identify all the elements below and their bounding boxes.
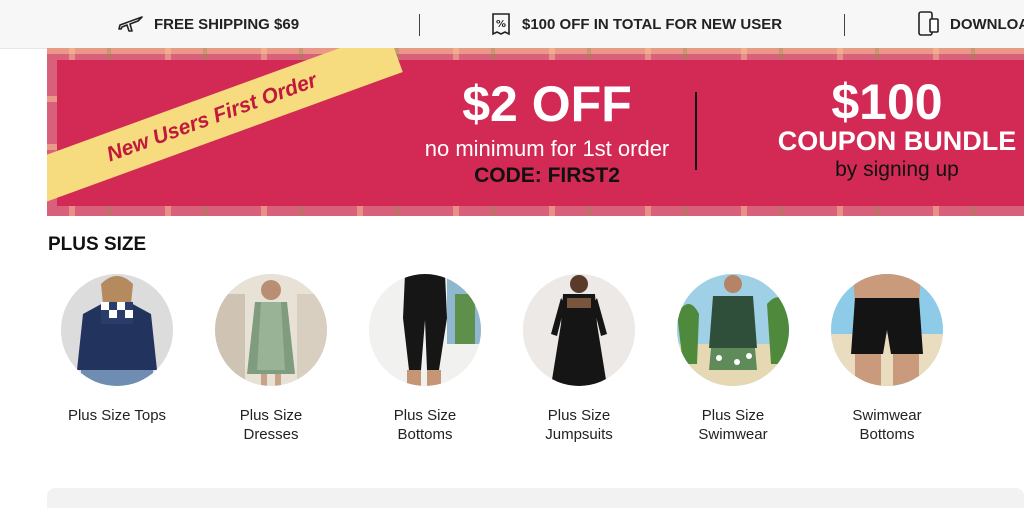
coupon-bundle-label: COUPON BUNDLE: [777, 126, 1017, 156]
category-plus-size-tops[interactable]: Plus Size Tops: [42, 274, 192, 425]
category-label: Plus Size Tops: [67, 407, 167, 424]
category-plus-size-jumpsuits[interactable]: Plus Size Jumpsuits: [504, 274, 654, 444]
free-shipping-label: FREE SHIPPING $69: [154, 15, 300, 33]
category-label: Swimwear Bottoms: [852, 407, 922, 443]
section-title: PLUS SIZE: [48, 234, 147, 255]
phone-icon: [918, 11, 939, 36]
category-plus-size-bottoms[interactable]: Plus Size Bottoms: [350, 274, 500, 444]
new-user-promo[interactable]: % $100 OFF IN TOTAL FOR NEW USER: [490, 0, 782, 48]
promo-topbar: FREE SHIPPING $69 % $100 OFF IN TOTAL FO…: [0, 0, 1024, 49]
download-app-promo[interactable]: DOWNLOA: [916, 0, 1024, 48]
svg-text:%: %: [496, 19, 506, 30]
new-user-label: $100 OFF IN TOTAL FOR NEW USER: [522, 15, 783, 33]
next-section-card: [47, 488, 1024, 508]
category-image: [677, 274, 789, 386]
category-label: Plus Size Swimwear: [698, 407, 768, 443]
category-image: [215, 274, 327, 386]
download-label: DOWNLOA: [950, 15, 1024, 33]
category-swimwear-bottoms[interactable]: Swimwear Bottoms: [812, 274, 962, 444]
discount-subtitle: no minimum for 1st order: [424, 136, 670, 161]
discount-amount: $2 OFF: [462, 76, 632, 132]
category-image: [61, 274, 173, 386]
coupon-subtitle: by signing up: [835, 158, 959, 181]
coupon-amount: $100: [831, 74, 943, 130]
category-plus-size-dresses[interactable]: Plus Size Dresses: [196, 274, 346, 444]
coupon-code: CODE: FIRST2: [474, 164, 620, 187]
category-plus-size-swimwear[interactable]: Plus Size Swimwear: [658, 274, 808, 444]
category-image: [831, 274, 943, 386]
coupon-icon: %: [492, 13, 510, 36]
category-label: Plus Size Bottoms: [393, 407, 457, 443]
new-user-banner[interactable]: New Users First Order $2 OFF no minimum …: [47, 48, 1024, 216]
category-image: [369, 274, 481, 386]
divider: [419, 14, 420, 36]
divider: [844, 14, 845, 36]
free-shipping-promo[interactable]: FREE SHIPPING $69: [118, 0, 299, 48]
category-label: Plus Size Jumpsuits: [545, 407, 613, 443]
banner-divider: [695, 92, 697, 170]
airplane-icon: [118, 16, 143, 32]
category-label: Plus Size Dresses: [239, 407, 303, 443]
category-image: [523, 274, 635, 386]
